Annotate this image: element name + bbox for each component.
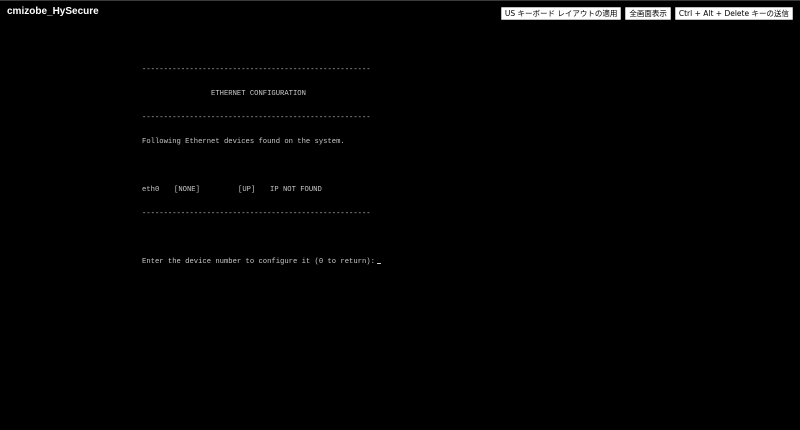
fullscreen-button[interactable]: 全画面表示 [625,7,671,20]
terminal-screen[interactable]: ----------------------------------------… [142,50,602,282]
devices-found-text: Following Ethernet devices found on the … [142,138,345,146]
separator-line-title: ----------------------------------------… [142,114,371,122]
separator-line-bottom: ----------------------------------------… [142,210,371,218]
device-ip: IP NOT FOUND [270,186,322,194]
vm-name-title: cmizobe_HySecure [7,6,99,17]
apply-us-keyboard-button[interactable]: US キーボード レイアウトの適用 [500,7,622,20]
separator-line-top: ----------------------------------------… [142,66,371,74]
send-ctrl-alt-delete-button[interactable]: Ctrl + Alt + Delete キーの送信 [674,7,793,20]
device-name: eth0 [142,186,160,194]
text-cursor [376,263,381,264]
prompt-text: Enter the device number to configure it … [142,258,375,266]
device-row: eth0 [NONE] [UP] IP NOT FOUND [142,186,602,194]
vm-console-page: cmizobe_HySecure US キーボード レイアウトの適用 全画面表示… [0,0,800,430]
device-state: [UP] [238,186,256,194]
console-toolbar: US キーボード レイアウトの適用 全画面表示 Ctrl + Alt + Del… [500,7,793,20]
console-title: ETHERNET CONFIGURATION [142,90,306,98]
device-type: [NONE] [174,186,200,194]
prompt-line: Enter the device number to configure it … [142,258,602,266]
